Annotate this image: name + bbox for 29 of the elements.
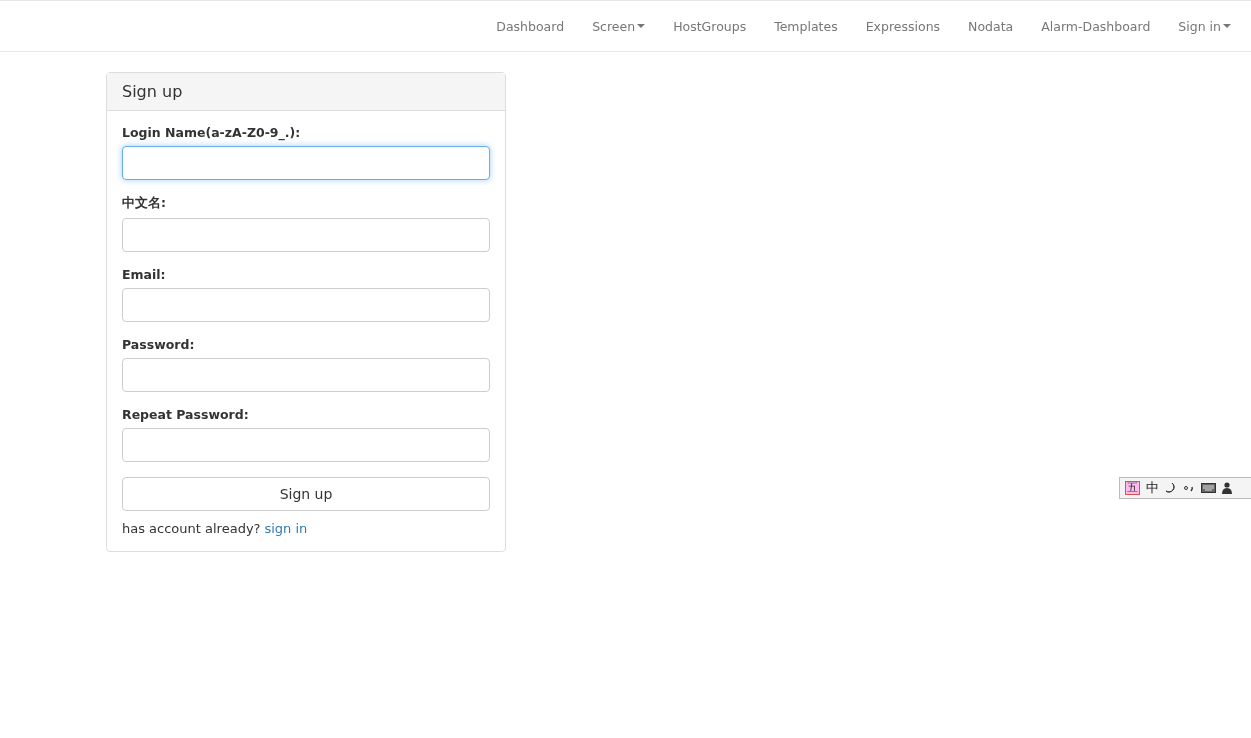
- nav-link[interactable]: HostGroups: [659, 18, 761, 34]
- field-label: Password:: [122, 337, 196, 352]
- field-label: Login Name(a-zA-Z0-9_.):: [122, 125, 302, 140]
- language-toggle[interactable]: 中: [1146, 479, 1159, 497]
- nav-link[interactable]: Alarm-Dashboard: [1027, 18, 1165, 34]
- person-icon[interactable]: [1222, 482, 1232, 494]
- nav-link[interactable]: Expressions: [851, 18, 955, 34]
- nav-link[interactable]: Screen: [578, 18, 660, 34]
- input-field[interactable]: [122, 218, 490, 252]
- moon-icon[interactable]: [1165, 482, 1177, 494]
- caret-icon: [637, 24, 646, 28]
- nav-link[interactable]: Nodata: [954, 18, 1028, 34]
- field-label: Repeat Password:: [122, 407, 250, 422]
- input-field[interactable]: [122, 358, 490, 392]
- keyboard-icon[interactable]: [1201, 483, 1216, 493]
- nav-link[interactable]: Dashboard: [482, 18, 579, 34]
- nav-link[interactable]: Sign in: [1164, 18, 1245, 34]
- caret-icon: [1223, 24, 1231, 28]
- input-mode-button[interactable]: 五: [1125, 481, 1140, 495]
- nav-link[interactable]: Templates: [760, 18, 852, 34]
- panel-title: Sign up: [122, 82, 183, 101]
- input-field[interactable]: [122, 428, 490, 462]
- input-field[interactable]: [122, 288, 490, 322]
- field-label: 中文名:: [122, 195, 167, 212]
- input-field[interactable]: [122, 146, 490, 180]
- account-prompt: has account already?: [122, 521, 261, 536]
- sign-up-button[interactable]: Sign up: [122, 477, 490, 511]
- sign-in-link[interactable]: sign in: [264, 521, 308, 536]
- field-label: Email:: [122, 267, 167, 282]
